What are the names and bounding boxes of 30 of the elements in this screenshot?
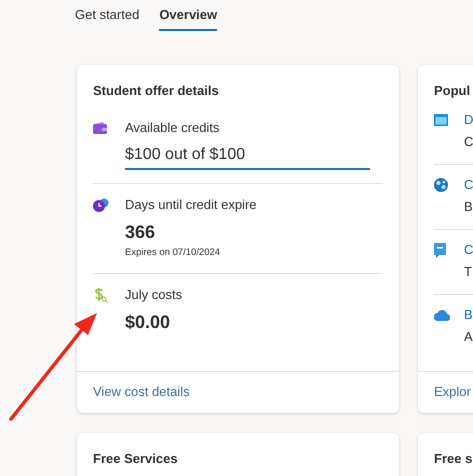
globe-icon [434, 178, 448, 192]
wallet-icon [93, 122, 107, 134]
clock-icon [93, 198, 109, 212]
metric-label: July costs [125, 286, 184, 304]
expiry-note: Expires on 07/10/2024 [125, 246, 222, 260]
metric-value: 366 [125, 221, 156, 243]
document-icon [434, 242, 446, 258]
window-icon [434, 114, 448, 126]
service-description: B [464, 198, 473, 216]
service-description: C [464, 133, 473, 151]
service-link[interactable]: C [464, 242, 473, 257]
tab[interactable]: Overview [159, 7, 218, 31]
explore-link[interactable]: Explor [434, 384, 471, 399]
card-title: Student offer details [92, 82, 220, 100]
tab[interactable]: Get started [75, 7, 140, 31]
service-link[interactable]: D [464, 112, 473, 127]
card-title: Free s [434, 450, 473, 468]
service-link[interactable]: B [464, 307, 473, 322]
service-description: A [464, 328, 473, 346]
card-title: Free Services [93, 450, 179, 468]
metric-value: $100 out of $100 [125, 145, 246, 165]
card-title: Popul [433, 82, 472, 100]
dollar-search-icon [93, 287, 108, 303]
service-description: T [464, 263, 473, 281]
metric-value: $0.00 [125, 311, 172, 333]
service-link[interactable]: C [464, 177, 473, 192]
cost-details-link[interactable]: View cost details [93, 384, 190, 399]
cloud-icon [434, 309, 450, 321]
metric-label: Days until credit expire [125, 196, 258, 214]
metric-label: Available credits [125, 119, 220, 137]
